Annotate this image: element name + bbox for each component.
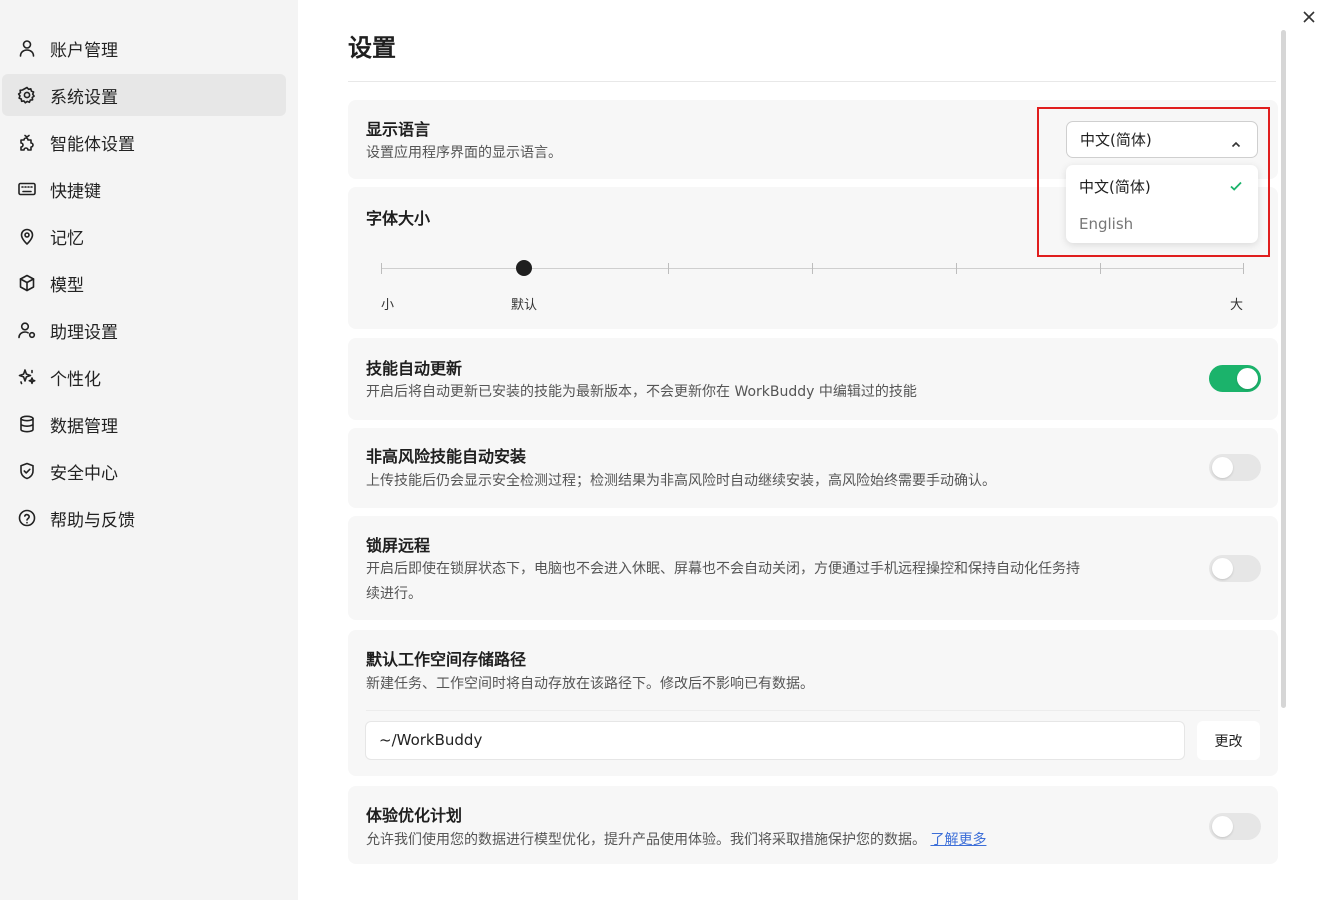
sidebar-item-label: 账户管理 <box>50 40 118 61</box>
sidebar-item-label: 数据管理 <box>50 416 118 437</box>
skill-install-toggle[interactable] <box>1209 454 1261 481</box>
skill-update-toggle[interactable] <box>1209 365 1261 392</box>
slider-label-large: 大 <box>1230 298 1244 313</box>
language-title: 显示语言 <box>366 120 431 139</box>
sparkle-icon <box>16 366 38 388</box>
font-size-slider-thumb[interactable] <box>516 260 532 276</box>
scrollbar[interactable] <box>1281 30 1286 708</box>
slider-tick <box>668 263 669 274</box>
slider-tick <box>1243 263 1244 274</box>
lock-remote-title: 锁屏远程 <box>366 536 431 555</box>
page-title: 设置 <box>348 34 396 62</box>
toggle-knob <box>1212 558 1233 579</box>
skill-update-card: 技能自动更新 开启后将自动更新已安装的技能为最新版本，不会更新你在 WorkBu… <box>348 338 1278 420</box>
slider-tick <box>1100 263 1101 274</box>
skill-install-title: 非高风险技能自动安装 <box>366 447 527 466</box>
workspace-path-desc: 新建任务、工作空间时将自动存放在该路径下。修改后不影响已有数据。 <box>366 676 814 692</box>
sidebar-item-label: 安全中心 <box>50 463 118 484</box>
sidebar-item-assistant-settings[interactable]: 助理设置 <box>2 309 286 351</box>
sidebar-item-help[interactable]: 帮助与反馈 <box>2 497 286 539</box>
sidebar-item-label: 智能体设置 <box>50 134 135 155</box>
sidebar-item-personalization[interactable]: 个性化 <box>2 356 286 398</box>
sidebar-item-models[interactable]: 模型 <box>2 262 286 304</box>
gear-icon <box>16 84 38 106</box>
lock-remote-card: 锁屏远程 开启后即使在锁屏状态下，电脑也不会进入休眠、屏幕也不会自动关闭，方便通… <box>348 516 1278 620</box>
title-divider <box>348 81 1276 82</box>
skill-update-desc: 开启后将自动更新已安装的技能为最新版本，不会更新你在 WorkBuddy 中编辑… <box>366 384 917 400</box>
toggle-knob <box>1212 816 1233 837</box>
cube-icon <box>16 272 38 294</box>
sidebar-item-agent-settings[interactable]: 智能体设置 <box>2 121 286 163</box>
sidebar-item-data-management[interactable]: 数据管理 <box>2 403 286 445</box>
language-desc: 设置应用程序界面的显示语言。 <box>366 145 562 161</box>
location-pin-icon <box>16 225 38 247</box>
shield-icon <box>16 460 38 482</box>
sidebar-item-label: 记忆 <box>50 228 84 249</box>
toggle-knob <box>1237 368 1258 389</box>
experience-desc: 允许我们使用您的数据进行模型优化，提升产品使用体验。我们将采取措施保护您的数据。 <box>366 832 926 848</box>
slider-label-small: 小 <box>381 298 395 313</box>
lock-remote-toggle[interactable] <box>1209 555 1261 582</box>
sidebar-item-system-settings[interactable]: 系统设置 <box>2 74 286 116</box>
sidebar-item-label: 系统设置 <box>50 87 118 108</box>
toggle-knob <box>1212 457 1233 478</box>
sidebar: 账户管理 系统设置 智能体设置 快捷键 记忆 模型 助理设置 个性化 数据管理 … <box>0 0 298 900</box>
skill-install-card: 非高风险技能自动安装 上传技能后仍会显示安全检测过程；检测结果为非高风险时自动继… <box>348 428 1278 508</box>
sidebar-item-memory[interactable]: 记忆 <box>2 215 286 257</box>
lock-remote-desc: 开启后即使在锁屏状态下，电脑也不会进入休眠、屏幕也不会自动关闭，方便通过手机远程… <box>366 561 1080 602</box>
experience-toggle[interactable] <box>1209 813 1261 840</box>
puzzle-icon <box>16 131 38 153</box>
experience-title: 体验优化计划 <box>366 806 463 825</box>
keyboard-icon <box>16 178 38 200</box>
sidebar-item-security[interactable]: 安全中心 <box>2 450 286 492</box>
sidebar-item-label: 帮助与反馈 <box>50 510 135 531</box>
change-path-button[interactable]: 更改 <box>1197 721 1260 760</box>
close-icon <box>1303 11 1315 23</box>
experience-desc-row: 允许我们使用您的数据进行模型优化，提升产品使用体验。我们将采取措施保护您的数据。… <box>366 828 986 853</box>
slider-tick <box>812 263 813 274</box>
workspace-path-title: 默认工作空间存储路径 <box>366 650 527 669</box>
sidebar-item-shortcuts[interactable]: 快捷键 <box>2 168 286 210</box>
slider-label-default: 默认 <box>511 298 538 313</box>
database-icon <box>16 413 38 435</box>
learn-more-link[interactable]: 了解更多 <box>930 832 986 848</box>
skill-install-desc: 上传技能后仍会显示安全检测过程；检测结果为非高风险时自动继续安装，高风险始终需要… <box>366 473 996 489</box>
sidebar-item-label: 个性化 <box>50 369 101 390</box>
user-gear-icon <box>16 319 38 341</box>
sidebar-item-label: 快捷键 <box>50 181 101 202</box>
close-button[interactable] <box>1298 6 1318 28</box>
sidebar-item-label: 模型 <box>50 275 84 296</box>
sidebar-item-label: 助理设置 <box>50 322 118 343</box>
workspace-path-input[interactable]: ~/WorkBuddy <box>365 721 1185 760</box>
skill-update-title: 技能自动更新 <box>366 359 463 378</box>
workspace-path-divider <box>366 710 1260 711</box>
highlight-annotation-box <box>1037 107 1270 257</box>
sidebar-item-account[interactable]: 账户管理 <box>2 27 286 69</box>
slider-tick <box>956 263 957 274</box>
user-icon <box>16 37 38 59</box>
workspace-path-card: 默认工作空间存储路径 新建任务、工作空间时将自动存放在该路径下。修改后不影响已有… <box>348 630 1278 776</box>
slider-tick <box>381 263 382 274</box>
font-size-title: 字体大小 <box>366 209 431 228</box>
help-icon <box>16 507 38 529</box>
experience-card: 体验优化计划 允许我们使用您的数据进行模型优化，提升产品使用体验。我们将采取措施… <box>348 786 1278 864</box>
